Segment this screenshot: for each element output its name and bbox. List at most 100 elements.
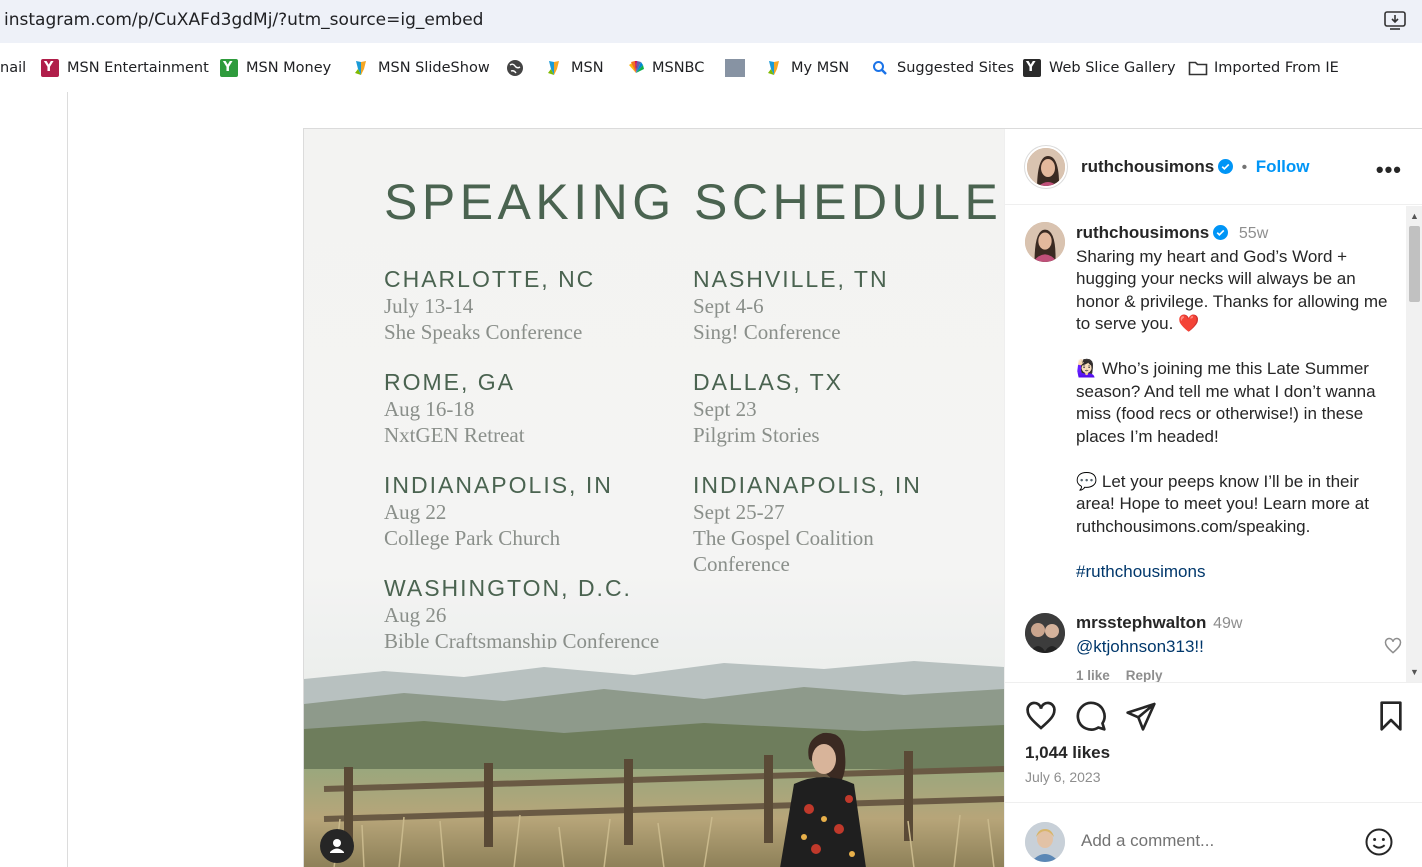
comments-scrollbar[interactable]: ▲ ▼ <box>1406 206 1422 682</box>
scroll-up-icon[interactable]: ▲ <box>1410 211 1419 221</box>
event-date: Aug 26 <box>384 603 447 627</box>
caption-time[interactable]: 55w <box>1239 225 1268 242</box>
verified-badge-icon <box>1218 159 1234 174</box>
tagged-users-button[interactable] <box>320 829 354 863</box>
comment-icon[interactable] <box>1075 700 1107 732</box>
install-app-icon[interactable] <box>1384 11 1406 31</box>
share-icon[interactable] <box>1125 700 1157 732</box>
event-item: ROME, GA Aug 16-18 NxtGEN Retreat <box>384 369 704 448</box>
event-date: Sept 25-27 <box>693 500 785 524</box>
msn-butterfly-icon <box>352 59 370 77</box>
comment-mention[interactable]: @ktjohnson313!! <box>1076 637 1204 656</box>
post-date[interactable]: July 6, 2023 <box>1025 769 1101 785</box>
caption-avatar[interactable] <box>1025 222 1065 262</box>
separator-dot: • <box>1241 159 1248 176</box>
favorite-item-suggested-sites[interactable]: Suggested Sites <box>871 58 1014 78</box>
page-thumbnail-icon <box>725 59 745 77</box>
favorite-label: nail <box>0 60 27 76</box>
save-bookmark-icon[interactable] <box>1375 700 1407 732</box>
post-image[interactable]: SPEAKING SCHEDULE CHARLOTTE, NC July 13-… <box>304 129 1004 867</box>
favorite-item-blank[interactable] <box>725 58 745 78</box>
favorite-label: MSN Money <box>246 60 332 76</box>
event-date: Sept 4-6 <box>693 294 764 318</box>
page-divider <box>67 92 68 867</box>
search-icon <box>871 59 889 77</box>
scroll-thumb[interactable] <box>1409 226 1420 302</box>
event-city: WASHINGTON, D.C. <box>384 575 632 601</box>
like-comment-icon[interactable] <box>1383 636 1403 656</box>
hashtag-link[interactable]: #ruthchousimons <box>1076 561 1401 584</box>
event-venue: The Gospel Coalition Conference <box>693 526 874 576</box>
address-bar[interactable]: instagram.com/p/CuXAFd3gdMj/?utm_source=… <box>0 0 1422 43</box>
favorite-label: Web Slice Gallery <box>1049 60 1176 76</box>
event-date: Aug 22 <box>384 500 447 524</box>
caption-paragraph: Sharing my heart and God’s Word + huggin… <box>1076 246 1388 334</box>
follow-button[interactable]: Follow <box>1256 157 1310 176</box>
author-avatar[interactable] <box>1025 146 1067 188</box>
comment-item: mrsstephwalton 49w @ktjohnson313!! 1 lik… <box>1025 610 1403 682</box>
event-venue: NxtGEN Retreat <box>384 423 525 447</box>
event-item: INDIANAPOLIS, IN Aug 22 College Park Chu… <box>384 472 704 551</box>
caption-username[interactable]: ruthchousimons <box>1076 223 1209 242</box>
like-icon[interactable] <box>1025 700 1057 732</box>
favorite-label: MSN Entertainment <box>67 60 209 76</box>
comments-scroll-area[interactable]: ruthchousimons 55w Sharing my heart and … <box>1005 206 1422 682</box>
favorite-item-web-slice-gallery[interactable]: Y Web Slice Gallery <box>1023 58 1176 78</box>
reply-button[interactable]: Reply <box>1126 668 1163 682</box>
favorite-label: Imported From IE <box>1214 60 1339 76</box>
event-city: INDIANAPOLIS, IN <box>384 472 613 498</box>
post-caption: ruthchousimons 55w Sharing my heart and … <box>1076 222 1401 606</box>
event-city: DALLAS, TX <box>693 369 843 395</box>
favorite-item-msn-entertainment[interactable]: Y MSN Entertainment <box>41 58 209 78</box>
comment-likes[interactable]: 1 like <box>1076 668 1110 682</box>
header-author-line: ruthchousimons • Follow <box>1081 157 1310 177</box>
event-date: Sept 23 <box>693 397 757 421</box>
schedule-title: SPEAKING SCHEDULE <box>384 174 1003 230</box>
event-venue: College Park Church <box>384 526 561 550</box>
favorite-item-msn[interactable]: MSN <box>545 58 604 78</box>
event-item: INDIANAPOLIS, IN Sept 25-27 The Gospel C… <box>693 472 923 577</box>
msn-butterfly-icon <box>545 59 563 77</box>
event-date: July 13-14 <box>384 294 474 318</box>
event-city: NASHVILLE, TN <box>693 266 889 292</box>
favorite-item-mail[interactable]: nail <box>0 58 26 78</box>
more-options-icon[interactable]: ••• <box>1376 157 1402 183</box>
event-item: DALLAS, TX Sept 23 Pilgrim Stories <box>693 369 1004 448</box>
favorite-item-globe[interactable] <box>506 58 524 78</box>
emoji-icon[interactable] <box>1364 827 1394 857</box>
likes-count[interactable]: 1,044 likes <box>1025 743 1110 763</box>
favorite-label: MSN SlideShow <box>378 60 490 76</box>
favorite-item-my-msn[interactable]: My MSN <box>765 58 849 78</box>
favorite-item-msn-money[interactable]: Y MSN Money <box>220 58 331 78</box>
comment-meta: 1 like Reply <box>1076 668 1163 682</box>
msn-butterfly-icon <box>765 59 783 77</box>
globe-icon <box>506 59 524 77</box>
msn-entertainment-icon: Y <box>41 59 59 77</box>
event-city: ROME, GA <box>384 369 516 395</box>
commenter-avatar[interactable] <box>1025 613 1065 653</box>
favorite-item-msnbc[interactable]: MSNBC <box>626 58 704 78</box>
event-city: CHARLOTTE, NC <box>384 266 596 292</box>
event-item: CHARLOTTE, NC July 13-14 She Speaks Conf… <box>384 266 704 345</box>
comment-body: mrsstephwalton 49w @ktjohnson313!! <box>1076 612 1242 658</box>
event-item: NASHVILLE, TN Sept 4-6 Sing! Conference <box>693 266 1004 345</box>
author-username[interactable]: ruthchousimons <box>1081 157 1214 176</box>
event-venue: Pilgrim Stories <box>693 423 820 447</box>
commenter-username[interactable]: mrsstephwalton <box>1076 613 1206 632</box>
post-actions: 1,044 likes July 6, 2023 <box>1005 682 1422 802</box>
url-text[interactable]: instagram.com/p/CuXAFd3gdMj/?utm_source=… <box>4 10 483 30</box>
favorite-item-msn-slideshow[interactable]: MSN SlideShow <box>352 58 490 78</box>
scroll-down-icon[interactable]: ▼ <box>1410 667 1419 677</box>
event-city: INDIANAPOLIS, IN <box>693 472 922 498</box>
landscape-photo <box>304 649 1004 867</box>
favorite-item-imported-from-ie[interactable]: Imported From IE <box>1188 58 1339 78</box>
caption-paragraph: 🙋🏻‍♀️ Who’s joining me this Late Summer … <box>1076 359 1376 446</box>
add-comment-input[interactable]: Add a comment... <box>1081 831 1214 851</box>
viewer-avatar <box>1025 822 1065 862</box>
event-item: WASHINGTON, D.C. Aug 26 Bible Craftsmans… <box>384 575 704 654</box>
folder-icon <box>1188 59 1208 77</box>
msn-money-icon: Y <box>220 59 238 77</box>
event-venue: Sing! Conference <box>693 320 841 344</box>
comment-time[interactable]: 49w <box>1213 615 1242 632</box>
favorite-label: MSN <box>571 60 604 76</box>
